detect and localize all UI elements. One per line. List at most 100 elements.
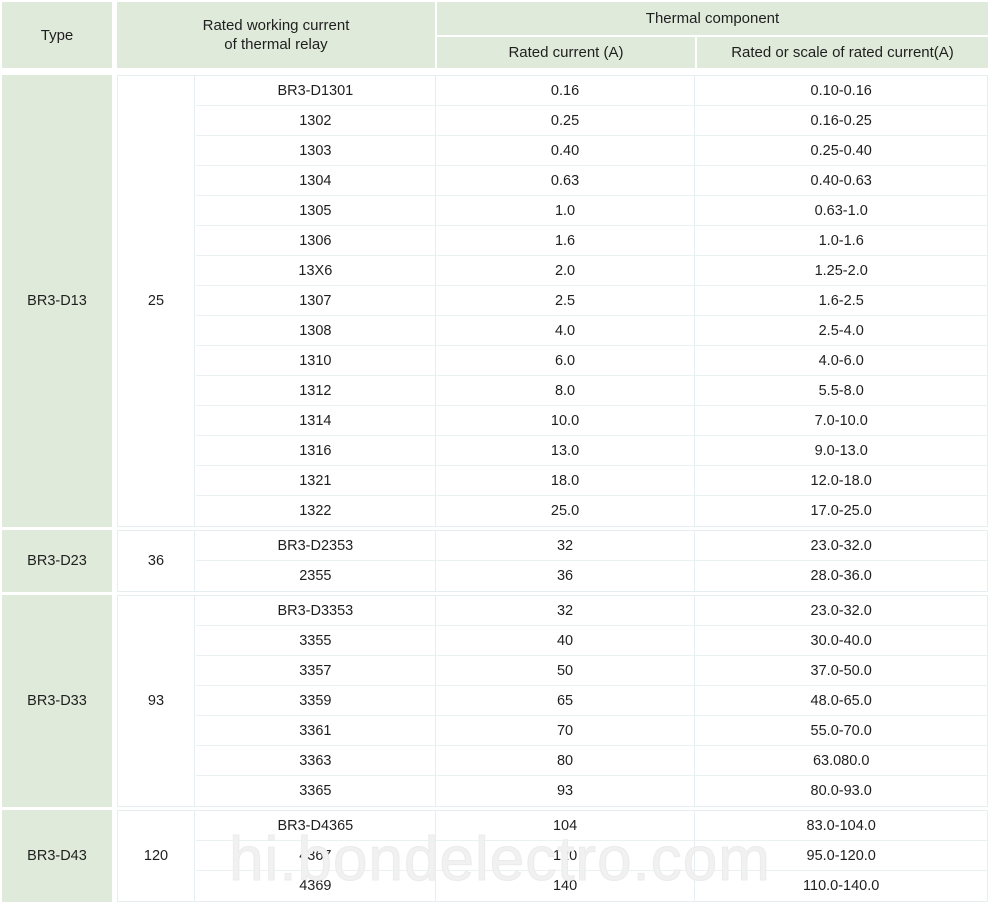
row-list: BR3-D3353 32 23.0-32.0 3355 40 30.0-40.0 3357 5… <box>196 596 987 806</box>
cell-thermal-component: BR3-D4365 <box>196 811 436 840</box>
cell-rated-or-scale: 48.0-65.0 <box>810 692 872 709</box>
cell-thermal-component: 3361 <box>196 716 436 745</box>
cell-rated-or-scale: 0.16-0.25 <box>810 112 872 129</box>
type-cell: BR3-D33 <box>2 595 112 807</box>
cell-thermal-component: 1310 <box>196 346 436 375</box>
cell-rated-or-scale: 2.5-4.0 <box>818 322 864 339</box>
cell-rated-or-scale: 5.5-8.0 <box>818 382 864 399</box>
cell-rated-current: 2.5 <box>436 286 696 315</box>
table-row: 1308 4.0 2.5-4.0 <box>196 316 987 346</box>
cell-rated-or-scale: 63.080.0 <box>812 752 870 769</box>
type-group: BR3-D13 25 BR3-D1301 0.16 0.10-0.16 1302 0.25 0… <box>2 75 988 527</box>
table-row: 1322 25.0 17.0-25.0 <box>196 496 987 526</box>
spec-table: Type Rated working current of thermal re… <box>2 2 988 902</box>
cell-rated-current: 0.63 <box>436 166 696 195</box>
table-row: 3361 70 55.0-70.0 <box>196 716 987 746</box>
header-rated-working-current: Rated working current of thermal relay <box>117 2 435 68</box>
cell-rated-or-scale: 55.0-70.0 <box>810 722 872 739</box>
cell-thermal-component: BR3-D3353 <box>196 596 436 625</box>
table-row: 1304 0.63 0.40-0.63 <box>196 166 987 196</box>
table-row: BR3-D2353 32 23.0-32.0 <box>196 531 987 561</box>
header-thermal-component: Thermal component <box>437 2 988 35</box>
cell-thermal-component: 3357 <box>196 656 436 685</box>
cell-rated-or-scale: 23.0-32.0 <box>810 602 872 619</box>
cell-rated-current: 32 <box>436 531 696 560</box>
cell-rated-current: 50 <box>436 656 696 685</box>
cell-thermal-component: 1303 <box>196 136 436 165</box>
table-row: 3365 93 80.0-93.0 <box>196 776 987 806</box>
table-row: 2355 36 28.0-36.0 <box>196 561 987 591</box>
cell-rated-or-scale: 0.40-0.63 <box>810 172 872 189</box>
cell-rated-or-scale: 1.25-2.0 <box>814 262 868 279</box>
cell-rated-or-scale: 30.0-40.0 <box>810 632 872 649</box>
rated-working-current-cell: 120 <box>118 811 195 901</box>
cell-thermal-component: 1302 <box>196 106 436 135</box>
cell-rated-or-scale: 23.0-32.0 <box>810 537 872 554</box>
cell-rated-current: 70 <box>436 716 696 745</box>
cell-rated-current: 13.0 <box>436 436 696 465</box>
cell-rated-or-scale: 4.0-6.0 <box>818 352 864 369</box>
cell-rated-or-scale: 9.0-13.0 <box>814 442 868 459</box>
table-row: BR3-D1301 0.16 0.10-0.16 <box>196 76 987 106</box>
cell-thermal-component: 3359 <box>196 686 436 715</box>
table-row: 1321 18.0 12.0-18.0 <box>196 466 987 496</box>
group-grid: 25 BR3-D1301 0.16 0.10-0.16 1302 0.25 0.16-0.2… <box>117 75 988 527</box>
table-row: 1312 8.0 5.5-8.0 <box>196 376 987 406</box>
cell-thermal-component: 3363 <box>196 746 436 775</box>
row-list: BR3-D2353 32 23.0-32.0 2355 36 28.0-36.0 <box>196 531 987 591</box>
cell-thermal-component: 3365 <box>196 776 436 806</box>
table-row: 1316 13.0 9.0-13.0 <box>196 436 987 466</box>
cell-rated-or-scale: 7.0-10.0 <box>814 412 868 429</box>
table-row: 1305 1.0 0.63-1.0 <box>196 196 987 226</box>
type-group: BR3-D33 93 BR3-D3353 32 23.0-32.0 3355 40 30.0-… <box>2 595 988 807</box>
cell-rated-current: 0.16 <box>436 76 696 105</box>
table-row: 1306 1.6 1.0-1.6 <box>196 226 987 256</box>
cell-rated-current: 120 <box>436 841 696 870</box>
cell-rated-current: 8.0 <box>436 376 696 405</box>
table-body: BR3-D13 25 BR3-D1301 0.16 0.10-0.16 1302 0.25 0… <box>2 75 988 905</box>
type-cell: BR3-D23 <box>2 530 112 592</box>
table-row: 3363 80 63.080.0 <box>196 746 987 776</box>
group-grid: 93 BR3-D3353 32 23.0-32.0 3355 40 30.0-40.0 335… <box>117 595 988 807</box>
type-group: BR3-D43 120 BR3-D4365 104 83.0-104.0 4367 120 9… <box>2 810 988 902</box>
header-rated-working-current-line1: Rated working current <box>202 17 350 34</box>
cell-rated-current: 10.0 <box>436 406 696 435</box>
cell-rated-or-scale: 0.63-1.0 <box>814 202 868 219</box>
table-row: 3359 65 48.0-65.0 <box>196 686 987 716</box>
cell-rated-current: 104 <box>436 811 696 840</box>
table-row: 1302 0.25 0.16-0.25 <box>196 106 987 136</box>
cell-rated-current: 2.0 <box>436 256 696 285</box>
cell-rated-or-scale: 0.25-0.40 <box>810 142 872 159</box>
cell-rated-or-scale: 28.0-36.0 <box>810 568 872 584</box>
cell-rated-or-scale: 83.0-104.0 <box>806 817 876 834</box>
cell-thermal-component: BR3-D1301 <box>196 76 436 105</box>
cell-rated-current: 0.40 <box>436 136 696 165</box>
cell-rated-or-scale: 1.0-1.6 <box>818 232 864 249</box>
cell-thermal-component: 1307 <box>196 286 436 315</box>
table-row: BR3-D3353 32 23.0-32.0 <box>196 596 987 626</box>
cell-thermal-component: 1304 <box>196 166 436 195</box>
cell-thermal-component: 3355 <box>196 626 436 655</box>
table-row: 4367 120 95.0-120.0 <box>196 841 987 871</box>
cell-rated-current: 36 <box>436 561 696 591</box>
cell-rated-or-scale: 80.0-93.0 <box>810 783 872 799</box>
cell-thermal-component: 1316 <box>196 436 436 465</box>
row-list: BR3-D4365 104 83.0-104.0 4367 120 95.0-120.0 4… <box>196 811 987 901</box>
table-row: 3357 50 37.0-50.0 <box>196 656 987 686</box>
cell-rated-current: 6.0 <box>436 346 696 375</box>
type-group: BR3-D23 36 BR3-D2353 32 23.0-32.0 2355 36 28.0-… <box>2 530 988 592</box>
cell-thermal-component: 1314 <box>196 406 436 435</box>
cell-rated-or-scale: 17.0-25.0 <box>810 503 872 519</box>
row-list: BR3-D1301 0.16 0.10-0.16 1302 0.25 0.16-0.25 1… <box>196 76 987 526</box>
header-rated-working-current-line2: of thermal relay <box>224 36 328 53</box>
header-type: Type <box>2 2 112 68</box>
cell-thermal-component: 1312 <box>196 376 436 405</box>
cell-rated-current: 65 <box>436 686 696 715</box>
cell-thermal-component: BR3-D2353 <box>196 531 436 560</box>
cell-rated-or-scale: 0.10-0.16 <box>810 82 872 99</box>
cell-rated-current: 32 <box>436 596 696 625</box>
cell-rated-current: 40 <box>436 626 696 655</box>
cell-rated-or-scale: 37.0-50.0 <box>810 662 872 679</box>
table-header: Type Rated working current of thermal re… <box>2 2 988 68</box>
cell-rated-current: 1.0 <box>436 196 696 225</box>
